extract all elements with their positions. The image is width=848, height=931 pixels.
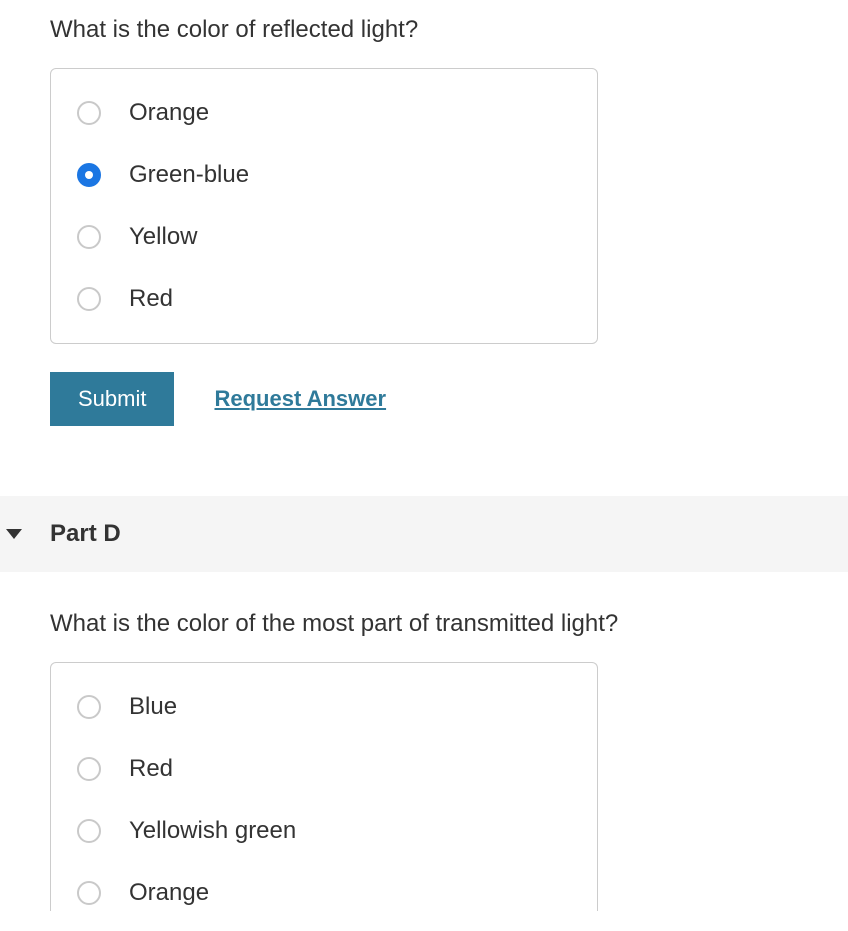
part-title: Part D <box>50 520 121 548</box>
options-container: Blue Red Yellowish green Orange <box>50 662 598 911</box>
radio-icon[interactable] <box>77 163 101 187</box>
option-label: Orange <box>129 99 209 127</box>
radio-icon[interactable] <box>77 757 101 781</box>
option-row[interactable]: Red <box>77 755 571 783</box>
option-row[interactable]: Yellowish green <box>77 817 571 845</box>
caret-down-icon <box>6 529 22 539</box>
radio-icon[interactable] <box>77 101 101 125</box>
part-header[interactable]: Part D <box>0 496 848 572</box>
request-answer-link[interactable]: Request Answer <box>214 386 386 412</box>
actions-row: Submit Request Answer <box>50 372 848 426</box>
option-row[interactable]: Orange <box>77 879 571 907</box>
option-label: Yellow <box>129 223 198 251</box>
option-label: Blue <box>129 693 177 721</box>
option-row[interactable]: Yellow <box>77 223 571 251</box>
radio-icon[interactable] <box>77 881 101 905</box>
question-text: What is the color of the most part of tr… <box>50 610 848 638</box>
radio-icon[interactable] <box>77 225 101 249</box>
option-row[interactable]: Orange <box>77 99 571 127</box>
option-label: Yellowish green <box>129 817 296 845</box>
option-label: Orange <box>129 879 209 907</box>
option-row[interactable]: Red <box>77 285 571 313</box>
question-text: What is the color of reflected light? <box>50 16 848 44</box>
radio-icon[interactable] <box>77 819 101 843</box>
option-label: Green-blue <box>129 161 249 189</box>
radio-icon[interactable] <box>77 695 101 719</box>
option-label: Red <box>129 755 173 783</box>
radio-icon[interactable] <box>77 287 101 311</box>
submit-button[interactable]: Submit <box>50 372 174 426</box>
options-container: Orange Green-blue Yellow Red <box>50 68 598 344</box>
option-row[interactable]: Green-blue <box>77 161 571 189</box>
option-row[interactable]: Blue <box>77 693 571 721</box>
option-label: Red <box>129 285 173 313</box>
